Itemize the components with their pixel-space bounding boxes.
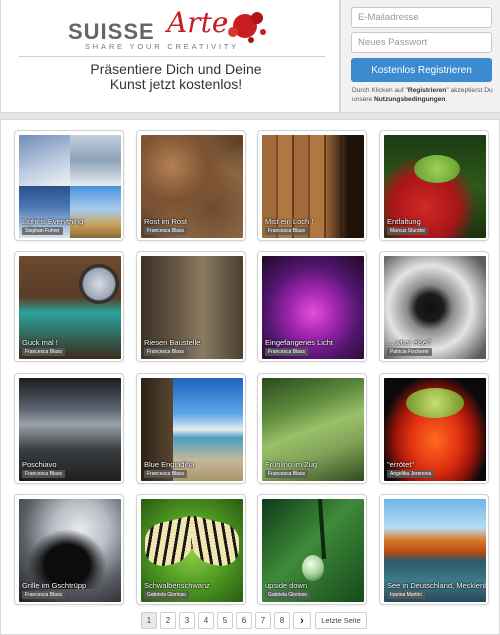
gallery-item[interactable]: Eingefangenes Licht Francesca Blass bbox=[257, 251, 367, 362]
gallery-item[interactable]: Light is Everything Stephan Fuhrer bbox=[14, 130, 124, 241]
artwork-image[interactable]: Poschiavo Francesca Blass bbox=[19, 378, 121, 481]
artwork-author[interactable]: Gabriela Glorioso bbox=[265, 591, 310, 599]
gallery-item[interactable]: ... what else? Patricia Fischerer bbox=[379, 251, 489, 362]
terms-suffix: . bbox=[445, 96, 448, 103]
page-1-button[interactable]: 1 bbox=[141, 612, 157, 629]
artwork-image[interactable]: ... what else? Patricia Fischerer bbox=[384, 256, 486, 359]
artwork-author[interactable]: Francesca Blass bbox=[144, 348, 187, 356]
artwork-image[interactable]: Schwalbenschwanz Gabriela Glorioso bbox=[141, 499, 243, 602]
gallery-item[interactable]: Rost im Rost Francesca Blass bbox=[136, 130, 246, 241]
artwork-title: Blue Engiadina bbox=[144, 460, 195, 469]
artwork-title: Poschiavo bbox=[22, 460, 57, 469]
artwork-title: Rost im Rost bbox=[144, 217, 187, 226]
artwork-title: Frühling im Zug bbox=[265, 460, 318, 469]
page-6-button[interactable]: 6 bbox=[236, 612, 252, 629]
artwork-image[interactable]: upside down Gabriela Glorioso bbox=[262, 499, 364, 602]
artwork-author[interactable]: Patricia Fischerer bbox=[387, 348, 432, 356]
password-field[interactable] bbox=[351, 32, 492, 53]
gallery-item[interactable]: Guck mal ! Francesca Blass bbox=[14, 251, 124, 362]
artwork-image[interactable]: "errötet" Angelika Jerenova bbox=[384, 378, 486, 481]
chevron-right-icon: › bbox=[300, 614, 304, 627]
headline-line-2: Kunst jetzt kostenlos! bbox=[109, 76, 243, 92]
artwork-author[interactable]: Francesca Blass bbox=[22, 348, 65, 356]
gallery-item[interactable]: Entfaltung Marcus Sturzbe bbox=[379, 130, 489, 241]
gallery-item[interactable]: Poschiavo Francesca Blass bbox=[14, 373, 124, 484]
artwork-title: Light is Everything bbox=[22, 217, 84, 226]
artwork-image[interactable]: See in Deutschland, Mecklenburg Ioanna M… bbox=[384, 499, 486, 602]
last-page-button[interactable]: Letzte Seite bbox=[315, 612, 367, 629]
artwork-author[interactable]: Francesca Blass bbox=[265, 348, 308, 356]
signup-panel: Kostenlos Registrieren Durch Klicken auf… bbox=[340, 0, 500, 113]
artwork-title: Guck mal ! bbox=[22, 338, 58, 347]
artwork-image[interactable]: Eingefangenes Licht Francesca Blass bbox=[262, 256, 364, 359]
artwork-title: Schwalbenschwanz bbox=[144, 581, 210, 590]
page-7-button[interactable]: 7 bbox=[255, 612, 271, 629]
hero-panel: SUISSE Arte SHARE YOUR CREATIVITY Präsen… bbox=[0, 0, 340, 113]
terms-register: Registrieren bbox=[407, 87, 447, 94]
gallery-item[interactable]: Riesen Baustelle Francesca Blass bbox=[136, 251, 246, 362]
terms-link[interactable]: Nutzungsbedingungen bbox=[374, 96, 445, 103]
terms-text: Durch Klicken auf "Registrieren" akzepti… bbox=[352, 86, 494, 104]
gallery-item[interactable]: Blue Engiadina Francesca Blass bbox=[136, 373, 246, 484]
artwork-author[interactable]: Marcus Sturzbe bbox=[387, 227, 429, 235]
page-5-button[interactable]: 5 bbox=[217, 612, 233, 629]
artwork-image[interactable]: Guck mal ! Francesca Blass bbox=[19, 256, 121, 359]
next-page-button[interactable]: › bbox=[293, 612, 311, 629]
site-logo[interactable]: SUISSE Arte SHARE YOUR CREATIVITY bbox=[65, 6, 275, 54]
artwork-author[interactable]: Angelika Jerenova bbox=[387, 470, 435, 478]
artwork-author[interactable]: Francesca Blass bbox=[22, 470, 65, 478]
artwork-author[interactable]: Francesca Blass bbox=[22, 591, 65, 599]
hero-headline: Präsentiere Dich und Deine Kunst jetzt k… bbox=[31, 62, 321, 92]
artwork-author[interactable]: Francesca Blass bbox=[144, 227, 187, 235]
artwork-image[interactable]: Rost im Rost Francesca Blass bbox=[141, 135, 243, 238]
divider bbox=[19, 56, 325, 57]
artwork-title: Eingefangenes Licht bbox=[265, 338, 333, 347]
artwork-title: upside down bbox=[265, 581, 308, 590]
artwork-title: ... what else? bbox=[387, 338, 432, 347]
artwork-image[interactable]: Grille im Gschtrüpp Francesca Blass bbox=[19, 499, 121, 602]
artwork-author[interactable]: Stephan Fuhrer bbox=[22, 227, 63, 235]
register-button[interactable]: Kostenlos Registrieren bbox=[351, 58, 492, 82]
artwork-image[interactable]: Blue Engiadina Francesca Blass bbox=[141, 378, 243, 481]
artwork-author[interactable]: Francesca Blass bbox=[265, 227, 308, 235]
artwork-author[interactable]: Francesca Blass bbox=[265, 470, 308, 478]
artwork-image[interactable]: Light is Everything Stephan Fuhrer bbox=[19, 135, 121, 238]
artwork-title: Grille im Gschtrüpp bbox=[22, 581, 87, 590]
gallery-item[interactable]: Schwalbenschwanz Gabriela Glorioso bbox=[136, 494, 246, 605]
page-3-button[interactable]: 3 bbox=[179, 612, 195, 629]
gallery-item[interactable]: "errötet" Angelika Jerenova bbox=[379, 373, 489, 484]
artwork-image[interactable]: Mist ein Loch ! Francesca Blass bbox=[262, 135, 364, 238]
logo-script: Arte bbox=[167, 6, 229, 39]
artwork-title: Entfaltung bbox=[387, 217, 421, 226]
gallery-item[interactable]: upside down Gabriela Glorioso bbox=[257, 494, 367, 605]
artwork-title: See in Deutschland, Mecklenburg bbox=[387, 581, 486, 590]
artwork-title: "errötet" bbox=[387, 460, 415, 469]
gallery-item[interactable]: Frühling im Zug Francesca Blass bbox=[257, 373, 367, 484]
artwork-title: Mist ein Loch ! bbox=[265, 217, 314, 226]
artwork-author[interactable]: Gabriela Glorioso bbox=[144, 591, 189, 599]
artwork-title: Riesen Baustelle bbox=[144, 338, 201, 347]
gallery-item[interactable]: Grille im Gschtrüpp Francesca Blass bbox=[14, 494, 124, 605]
gallery-panel: Light is Everything Stephan Fuhrer Rost … bbox=[0, 119, 500, 635]
gallery-item[interactable]: See in Deutschland, Mecklenburg Ioanna M… bbox=[379, 494, 489, 605]
artwork-author[interactable]: Francesca Blass bbox=[144, 470, 187, 478]
page-2-button[interactable]: 2 bbox=[160, 612, 176, 629]
page-4-button[interactable]: 4 bbox=[198, 612, 214, 629]
headline-line-1: Präsentiere Dich und Deine bbox=[90, 61, 262, 77]
artwork-image[interactable]: Riesen Baustelle Francesca Blass bbox=[141, 256, 243, 359]
artwork-image[interactable]: Entfaltung Marcus Sturzbe bbox=[384, 135, 486, 238]
terms-prefix: Durch Klicken auf " bbox=[352, 87, 408, 94]
page-8-button[interactable]: 8 bbox=[274, 612, 290, 629]
email-field[interactable] bbox=[351, 7, 492, 28]
artwork-author[interactable]: Ioanna Martini bbox=[387, 591, 425, 599]
gallery-item[interactable]: Mist ein Loch ! Francesca Blass bbox=[257, 130, 367, 241]
logo-tagline: SHARE YOUR CREATIVITY bbox=[85, 42, 239, 51]
artwork-image[interactable]: Frühling im Zug Francesca Blass bbox=[262, 378, 364, 481]
